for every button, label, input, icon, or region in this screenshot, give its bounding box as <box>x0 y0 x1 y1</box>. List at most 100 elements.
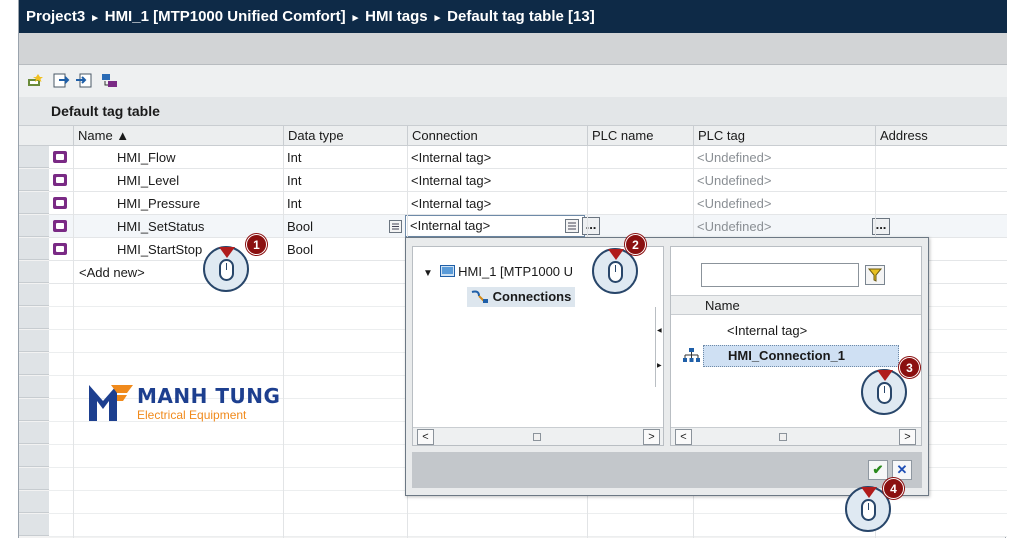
tree-item-connections[interactable]: Connections <box>467 287 576 307</box>
toolbar <box>19 65 1007 97</box>
table-header: Name ▲ Data type Connection PLC name PLC… <box>19 125 1007 146</box>
tag-name[interactable]: HMI_SetStatus <box>113 215 293 238</box>
column-plc-name[interactable]: PLC name <box>587 126 693 146</box>
mouse-icon <box>877 382 892 404</box>
tree-root-label: HMI_1 [MTP1000 U <box>458 264 574 279</box>
step-badge: 3 <box>899 357 920 378</box>
scroll-left-icon[interactable]: < <box>675 429 692 445</box>
row-header[interactable] <box>19 215 49 237</box>
cancel-button[interactable]: ✕ <box>892 460 912 480</box>
add-tag-icon[interactable] <box>26 73 43 88</box>
row-header[interactable] <box>19 146 49 168</box>
crumb-device[interactable]: HMI_1 [MTP1000 Unified Comfort] <box>105 8 346 25</box>
tag-data-type[interactable]: Bool <box>283 215 383 238</box>
connection-field[interactable]: <Internal tag> <box>405 215 585 237</box>
tag-plc-tag[interactable]: <Undefined> <box>693 146 853 169</box>
crumb-separator-icon: ▸ <box>434 12 441 24</box>
tree-root[interactable]: ▼ HMI_1 [MTP1000 U <box>423 263 573 281</box>
row-header[interactable] <box>19 238 49 260</box>
export-icon[interactable] <box>53 73 70 88</box>
monitor-icon[interactable] <box>101 73 118 88</box>
crumb-project[interactable]: Project3 <box>26 8 85 25</box>
horizontal-scrollbar[interactable]: < > <box>671 427 921 445</box>
row-header[interactable] <box>19 169 49 191</box>
hmi-tag-icon <box>53 220 67 232</box>
row-header <box>19 284 49 306</box>
row-header[interactable] <box>19 261 49 283</box>
row-header <box>19 399 49 421</box>
scroll-right-icon[interactable]: > <box>899 429 916 445</box>
tag-data-type[interactable]: Int <box>283 169 403 192</box>
step-badge: 4 <box>883 478 904 499</box>
column-address[interactable]: Address <box>875 126 1007 146</box>
tag-name[interactable]: HMI_Pressure <box>113 192 293 215</box>
row-header <box>19 514 49 536</box>
list-item-hmi-connection[interactable]: HMI_Connection_1 <box>703 345 899 367</box>
list-icon[interactable] <box>565 219 579 233</box>
row-header <box>19 353 49 375</box>
row-header[interactable] <box>19 192 49 214</box>
dialog-button-bar: ✔ ✕ <box>412 452 922 488</box>
import-icon[interactable] <box>75 73 92 88</box>
filter-input[interactable] <box>701 263 859 287</box>
horizontal-scrollbar[interactable]: < > <box>413 427 663 445</box>
table-row-selected[interactable]: HMI_SetStatus Bool <Internal tag> ... <U… <box>49 215 1007 238</box>
tag-data-type[interactable]: Int <box>283 146 403 169</box>
splitter[interactable]: ◀ ▶ <box>655 307 663 387</box>
crumb-tag-table[interactable]: Default tag table [13] <box>447 8 595 25</box>
logo-name: MANH TUNG <box>137 384 281 408</box>
filter-icon[interactable] <box>865 265 885 285</box>
pointer-arrow-icon <box>219 247 235 258</box>
row-header <box>19 330 49 352</box>
list-header-name[interactable]: Name <box>671 295 921 315</box>
tag-data-type[interactable]: Bool <box>283 238 403 261</box>
mouse-icon <box>861 499 876 521</box>
mouse-icon <box>608 261 623 283</box>
column-connection[interactable]: Connection <box>407 126 587 146</box>
tag-plc-tag[interactable]: <Undefined> <box>693 215 853 238</box>
pointer-arrow-icon <box>877 370 893 381</box>
tag-connection[interactable]: <Internal tag> <box>407 192 585 215</box>
mouse-icon <box>219 259 234 281</box>
tag-plc-tag[interactable]: <Undefined> <box>693 192 853 215</box>
column-data-type[interactable]: Data type <box>283 126 407 146</box>
type-list-icon[interactable] <box>389 220 402 233</box>
tag-name[interactable]: HMI_Level <box>113 169 293 192</box>
scroll-thumb[interactable] <box>533 433 541 441</box>
table-row[interactable]: HMI_Level Int <Internal tag> <Undefined> <box>49 169 1007 192</box>
mouse-cursor-icon <box>592 248 638 294</box>
connection-list-pane: Name <Internal tag> HMI_Connection_1 < > <box>670 246 922 446</box>
logo-tagline: Electrical Equipment <box>137 408 247 422</box>
table-row[interactable]: HMI_Flow Int <Internal tag> <Undefined> <box>49 146 1007 169</box>
mouse-cursor-icon <box>203 246 249 292</box>
connection-selection-dialog: ▼ HMI_1 [MTP1000 U Connections ◀ ▶ < > N… <box>405 237 929 496</box>
hmi-tag-icon <box>53 197 67 209</box>
tag-connection[interactable]: <Internal tag> <box>407 169 585 192</box>
scroll-left-icon[interactable]: < <box>417 429 434 445</box>
ok-button[interactable]: ✔ <box>868 460 888 480</box>
scroll-thumb[interactable] <box>779 433 787 441</box>
row-header <box>19 491 49 513</box>
tag-name[interactable]: HMI_Flow <box>113 146 293 169</box>
screenshot: Project3 ▸ HMI_1 [MTP1000 Unified Comfort]… <box>0 0 1024 538</box>
splitter-left-icon[interactable]: ◀ <box>657 327 662 334</box>
breadcrumb: Project3 ▸ HMI_1 [MTP1000 Unified Comfort]… <box>19 0 1007 33</box>
logo: MANH TUNG Electrical Equipment <box>87 381 297 425</box>
hmi-device-icon <box>439 265 455 277</box>
splitter-right-icon[interactable]: ▶ <box>657 362 662 369</box>
tree-item-label: Connections <box>492 289 572 304</box>
tia-portal-window: Project3 ▸ HMI_1 [MTP1000 Unified Comfort]… <box>18 0 1007 538</box>
column-divider <box>283 146 284 538</box>
table-row[interactable]: HMI_Pressure Int <Internal tag> <Undefin… <box>49 192 1007 215</box>
hmi-tag-icon <box>53 174 67 186</box>
connection-browse-button[interactable]: ... <box>582 217 600 235</box>
crumb-hmi-tags[interactable]: HMI tags <box>365 8 428 25</box>
column-plc-tag[interactable]: PLC tag <box>693 126 875 146</box>
scroll-right-icon[interactable]: > <box>643 429 660 445</box>
tag-plc-tag[interactable]: <Undefined> <box>693 169 853 192</box>
list-item-internal[interactable]: <Internal tag> <box>727 321 807 341</box>
tag-connection[interactable]: <Internal tag> <box>407 146 585 169</box>
column-name[interactable]: Name ▲ <box>73 126 283 146</box>
tag-data-type[interactable]: Int <box>283 192 403 215</box>
expand-arrow-icon[interactable]: ▼ <box>423 268 433 279</box>
